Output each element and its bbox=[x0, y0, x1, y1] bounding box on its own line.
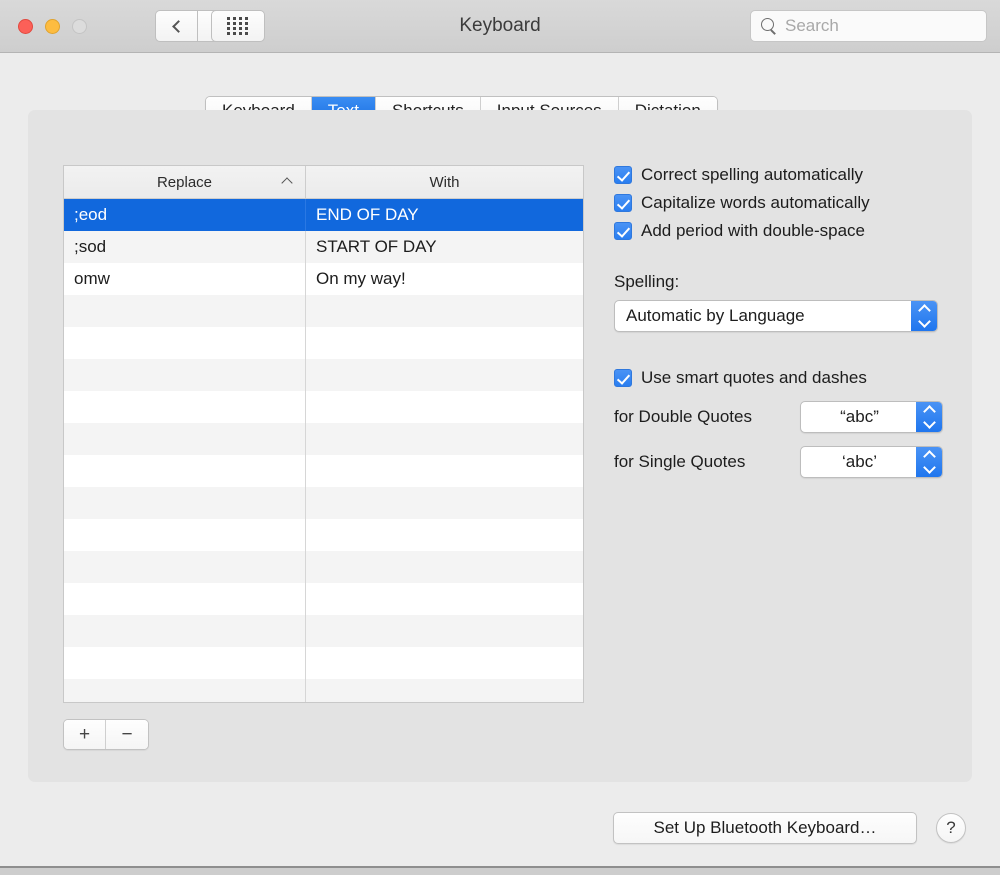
checkbox-label: Use smart quotes and dashes bbox=[641, 368, 867, 387]
chevron-updown-icon[interactable] bbox=[911, 301, 937, 331]
spelling-selected-value: Automatic by Language bbox=[626, 306, 805, 325]
help-button[interactable]: ? bbox=[936, 813, 966, 843]
checkmark-icon[interactable] bbox=[614, 166, 632, 184]
table-empty-row[interactable] bbox=[64, 423, 583, 455]
double-quotes-label: for Double Quotes bbox=[614, 407, 752, 426]
table-empty-row[interactable] bbox=[64, 455, 583, 487]
checkbox-label: Correct spelling automatically bbox=[641, 165, 864, 184]
cell-with: START OF DAY bbox=[316, 237, 437, 256]
table-empty-row[interactable] bbox=[64, 647, 583, 679]
table-empty-row[interactable] bbox=[64, 359, 583, 391]
checkbox-add-period[interactable]: Add period with double-space bbox=[614, 221, 944, 241]
checkbox-label: Capitalize words automatically bbox=[641, 193, 870, 212]
table-row[interactable]: ;sod START OF DAY bbox=[64, 231, 583, 263]
search-field[interactable]: Search bbox=[750, 10, 987, 42]
table-empty-row[interactable] bbox=[64, 583, 583, 615]
checkbox-smart-quotes[interactable]: Use smart quotes and dashes bbox=[614, 368, 944, 388]
spelling-label: Spelling: bbox=[614, 272, 680, 291]
remove-entry-button[interactable]: − bbox=[106, 720, 148, 749]
table-empty-row[interactable] bbox=[64, 487, 583, 519]
single-quotes-dropdown[interactable]: ‘abc’ bbox=[800, 446, 943, 478]
double-quotes-row: for Double Quotes “abc” bbox=[614, 401, 944, 433]
single-quotes-label: for Single Quotes bbox=[614, 452, 746, 471]
column-header-replace[interactable]: Replace bbox=[64, 166, 306, 198]
text-settings-panel: Replace With ;eod END OF DAY ;sod START … bbox=[28, 110, 972, 782]
double-quotes-dropdown[interactable]: “abc” bbox=[800, 401, 943, 433]
table-empty-row[interactable] bbox=[64, 519, 583, 551]
table-empty-row[interactable] bbox=[64, 551, 583, 583]
checkmark-icon[interactable] bbox=[614, 194, 632, 212]
cell-with: END OF DAY bbox=[316, 205, 419, 224]
table-row[interactable]: omw On my way! bbox=[64, 263, 583, 295]
spelling-dropdown[interactable]: Automatic by Language bbox=[614, 300, 938, 332]
table-empty-row[interactable] bbox=[64, 295, 583, 327]
search-icon bbox=[761, 18, 777, 34]
set-up-bluetooth-keyboard-button[interactable]: Set Up Bluetooth Keyboard… bbox=[613, 812, 917, 844]
table-empty-row[interactable] bbox=[64, 327, 583, 359]
chevron-updown-icon[interactable] bbox=[916, 402, 942, 432]
options-column: Correct spelling automatically Capitaliz… bbox=[614, 165, 944, 478]
table-empty-row[interactable] bbox=[64, 615, 583, 647]
checkbox-correct-spelling[interactable]: Correct spelling automatically bbox=[614, 165, 944, 185]
cell-replace: ;sod bbox=[64, 231, 306, 263]
table-row[interactable]: ;eod END OF DAY bbox=[64, 199, 583, 231]
chevron-updown-icon[interactable] bbox=[916, 447, 942, 477]
single-quotes-row: for Single Quotes ‘abc’ bbox=[614, 446, 944, 478]
checkmark-icon[interactable] bbox=[614, 369, 632, 387]
text-replacement-table[interactable]: Replace With ;eod END OF DAY ;sod START … bbox=[63, 165, 584, 703]
double-quotes-value: “abc” bbox=[840, 407, 879, 426]
cell-replace: ;eod bbox=[64, 199, 306, 231]
table-empty-row[interactable] bbox=[64, 679, 583, 702]
table-empty-row[interactable] bbox=[64, 391, 583, 423]
single-quotes-value: ‘abc’ bbox=[842, 452, 877, 471]
desktop-background bbox=[0, 868, 1000, 875]
column-header-with-label: With bbox=[429, 173, 460, 191]
column-header-with[interactable]: With bbox=[306, 166, 583, 198]
search-placeholder: Search bbox=[785, 16, 839, 35]
table-header-row: Replace With bbox=[64, 166, 583, 199]
cell-with: On my way! bbox=[316, 269, 406, 288]
column-header-replace-label: Replace bbox=[156, 173, 213, 191]
checkmark-icon[interactable] bbox=[614, 222, 632, 240]
add-remove-controls[interactable]: + − bbox=[63, 719, 149, 750]
cell-replace: omw bbox=[64, 263, 306, 295]
add-entry-button[interactable]: + bbox=[64, 720, 106, 749]
table-body: ;eod END OF DAY ;sod START OF DAY omw On… bbox=[64, 199, 583, 702]
checkbox-capitalize-words[interactable]: Capitalize words automatically bbox=[614, 193, 944, 213]
checkbox-label: Add period with double-space bbox=[641, 221, 865, 240]
keyboard-preferences-window: Keyboard Search Keyboard Text Shortcuts … bbox=[0, 0, 1000, 866]
title-bar: Keyboard Search bbox=[0, 0, 1000, 53]
sort-ascending-icon bbox=[281, 177, 293, 189]
